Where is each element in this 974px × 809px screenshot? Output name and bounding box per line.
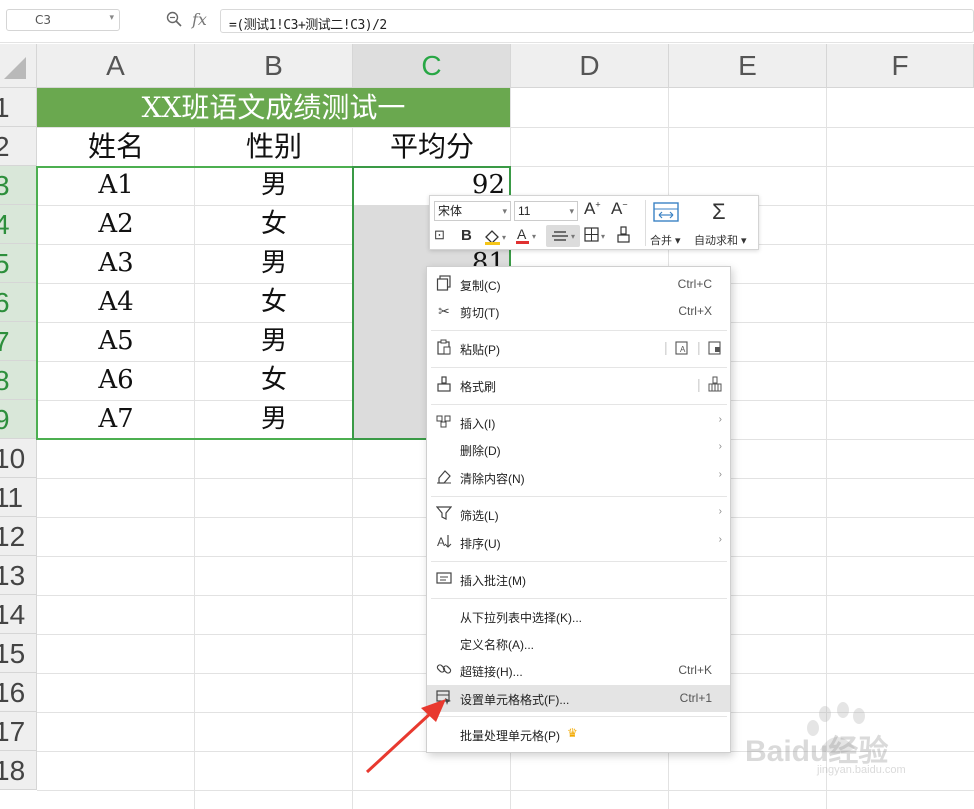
annotation-arrow (365, 699, 446, 774)
watermark-url: jingyan.baidu.com (817, 764, 906, 776)
baidu-watermark: Baidu经验 jingyan.baidu.com (745, 700, 974, 800)
